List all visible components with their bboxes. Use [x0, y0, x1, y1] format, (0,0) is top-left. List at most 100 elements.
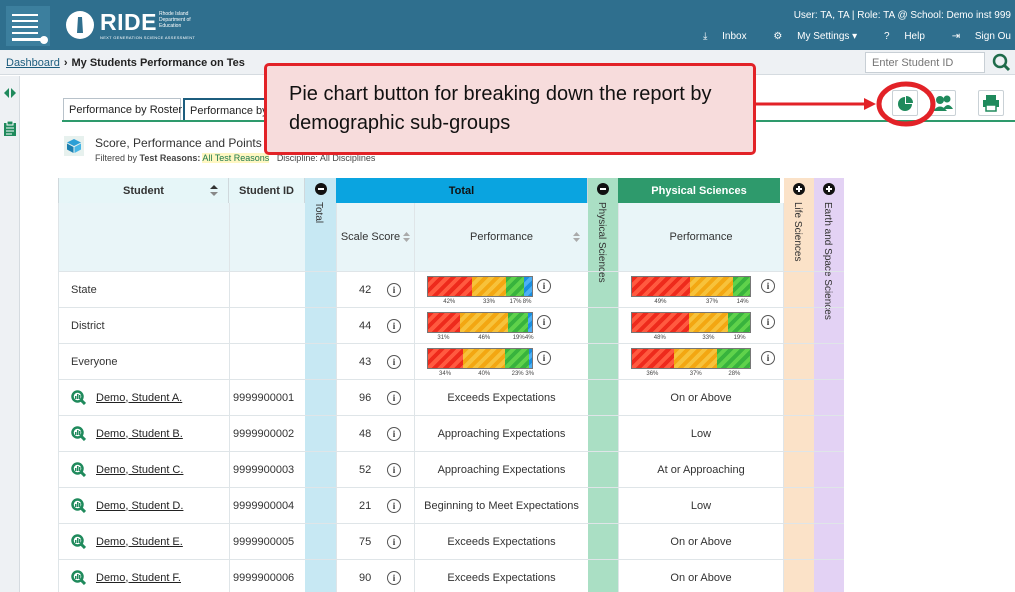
student-scale-score: 48 i — [336, 416, 414, 451]
total-stacked-bar — [427, 276, 533, 297]
sort-icon[interactable] — [403, 232, 411, 242]
info-icon[interactable]: i — [387, 283, 401, 297]
physical-bar-segment — [632, 313, 689, 332]
total-bar-label: 42% — [443, 299, 456, 305]
student-portfolio-icon[interactable] — [71, 462, 86, 477]
info-icon[interactable]: i — [387, 355, 401, 369]
sort-icon[interactable] — [210, 185, 218, 196]
physical-bar-label: 37% — [689, 371, 702, 377]
aggregate-name: District — [58, 308, 229, 343]
clipboard-icon[interactable] — [3, 121, 17, 137]
expand-earth-icon[interactable] — [823, 183, 835, 195]
sign-out-link[interactable]: ⇥ Sign Ou — [940, 31, 1011, 42]
student-name-cell: Demo, Student F. — [58, 560, 229, 592]
total-bar-label: 46% — [478, 335, 491, 341]
collapse-physical-icon[interactable] — [597, 183, 609, 195]
aggregate-total-performance: 31% 46% 19% 4% i — [414, 308, 588, 343]
inbox-icon: ⤓ — [702, 31, 708, 42]
info-icon[interactable]: i — [761, 315, 775, 329]
student-row: Demo, Student F. 9999900006 90 i Exceeds… — [58, 559, 844, 592]
tab-performance-by-roster[interactable]: Performance by Roster — [63, 98, 182, 120]
settings-link[interactable]: ⚙ My Settings ▾ — [761, 31, 857, 42]
student-name-link[interactable]: Demo, Student C. — [96, 464, 183, 476]
student-name-cell: Demo, Student A. — [58, 380, 229, 415]
tab-performance-by-standard[interactable]: Performance by — [183, 98, 275, 120]
physical-bar-segment — [689, 277, 734, 296]
info-icon[interactable]: i — [387, 535, 401, 549]
student-total-performance: Approaching Expectations — [414, 416, 588, 451]
print-button[interactable] — [978, 90, 1004, 116]
student-name-link[interactable]: Demo, Student E. — [96, 536, 183, 548]
breadcrumb-dashboard-link[interactable]: Dashboard — [6, 57, 60, 69]
aggregate-row: District 44 i 31% 46% 19% 4% i 48% 33% 19% i — [58, 307, 844, 343]
student-total-performance: Beginning to Meet Expectations — [414, 488, 588, 523]
student-row: Demo, Student A. 9999900001 96 i Exceeds… — [58, 379, 844, 415]
student-name-link[interactable]: Demo, Student F. — [96, 572, 181, 584]
student-id-cell: 9999900006 — [229, 560, 305, 592]
ride-logo-word: RIDE — [100, 9, 157, 35]
student-groups-button[interactable] — [930, 90, 956, 116]
student-column-header[interactable]: Student — [58, 178, 229, 203]
student-portfolio-icon[interactable] — [71, 570, 86, 585]
performance-header[interactable]: Performance — [414, 203, 588, 271]
student-scale-score: 96 i — [336, 380, 414, 415]
student-total-performance: Exceeds Expectations — [414, 560, 588, 592]
collapse-toggle-icon[interactable] — [3, 86, 17, 100]
total-bar-segment — [527, 313, 532, 332]
student-id-search-input[interactable] — [865, 52, 985, 73]
sort-icon[interactable] — [573, 232, 580, 242]
physical-performance-header: Performance — [618, 203, 784, 271]
info-icon[interactable]: i — [537, 315, 551, 329]
breadcrumb-chevron-icon: › — [63, 57, 68, 69]
total-bar-label: 33% — [483, 299, 496, 305]
student-physical-performance: On or Above — [618, 560, 784, 592]
info-icon[interactable]: i — [537, 351, 551, 365]
student-name-link[interactable]: Demo, Student A. — [96, 392, 182, 404]
info-icon[interactable]: i — [387, 571, 401, 585]
physical-bar-label: 14% — [736, 299, 749, 305]
total-bar-segment — [504, 349, 529, 368]
total-bar-segment — [428, 277, 472, 296]
pie-chart-button[interactable] — [892, 90, 918, 116]
info-icon[interactable]: i — [761, 351, 775, 365]
info-icon[interactable]: i — [387, 499, 401, 513]
physical-bar-label: 37% — [706, 299, 719, 305]
search-icon[interactable] — [990, 52, 1012, 73]
collapse-total-icon[interactable] — [315, 183, 327, 195]
student-name-link[interactable]: Demo, Student B. — [96, 428, 183, 440]
student-total-performance: Exceeds Expectations — [414, 524, 588, 559]
physical-bar-segment — [632, 277, 690, 296]
total-bar-segment — [428, 313, 461, 332]
aggregate-name: Everyone — [58, 344, 229, 379]
physical-bar-label: 33% — [702, 335, 715, 341]
info-icon[interactable]: i — [387, 391, 401, 405]
aggregate-scale-score: 42 i — [336, 272, 414, 307]
info-icon[interactable]: i — [387, 463, 401, 477]
inbox-link[interactable]: ⤓ Inbox — [691, 31, 747, 42]
student-portfolio-icon[interactable] — [71, 498, 86, 513]
total-bar-segment — [528, 349, 532, 368]
expand-life-icon[interactable] — [793, 183, 805, 195]
help-link[interactable]: ? Help — [872, 31, 925, 42]
student-scale-score: 90 i — [336, 560, 414, 592]
student-portfolio-icon[interactable] — [71, 534, 86, 549]
student-scale-score: 75 i — [336, 524, 414, 559]
info-icon[interactable]: i — [761, 279, 775, 293]
info-icon[interactable]: i — [387, 319, 401, 333]
student-id-cell: 9999900003 — [229, 452, 305, 487]
student-name-cell: Demo, Student C. — [58, 452, 229, 487]
scale-score-header[interactable]: Scale Score — [336, 203, 414, 271]
total-bar-label: 8% — [522, 299, 532, 305]
info-icon[interactable]: i — [387, 427, 401, 441]
settings-gear-icon: ⚙ — [773, 31, 783, 42]
physical-stacked-bar — [631, 348, 751, 369]
student-name-link[interactable]: Demo, Student D. — [96, 500, 183, 512]
total-bar-label: 4% — [524, 335, 534, 341]
student-portfolio-icon[interactable] — [71, 426, 86, 441]
student-portfolio-icon[interactable] — [71, 390, 86, 405]
info-icon[interactable]: i — [537, 279, 551, 293]
physical-bar-segment — [688, 313, 728, 332]
physical-bar-segment — [733, 277, 750, 296]
help-icon: ? — [883, 31, 890, 42]
grid-menu-icon[interactable] — [6, 6, 50, 46]
